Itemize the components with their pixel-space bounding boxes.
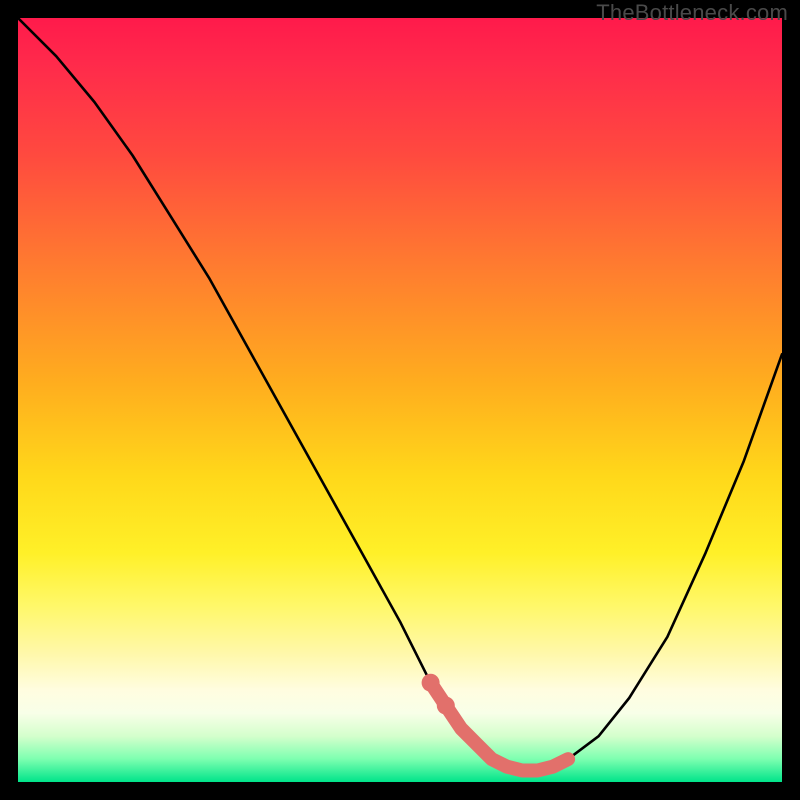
optimal-zone-highlight <box>431 683 568 771</box>
watermark-text: TheBottleneck.com <box>596 0 788 26</box>
chart-frame: TheBottleneck.com <box>0 0 800 800</box>
bottleneck-curve-svg <box>18 18 782 782</box>
optimal-zone-dot <box>422 674 440 692</box>
bottleneck-curve <box>18 18 782 771</box>
optimal-zone-dot <box>437 697 455 715</box>
chart-plot-area <box>18 18 782 782</box>
